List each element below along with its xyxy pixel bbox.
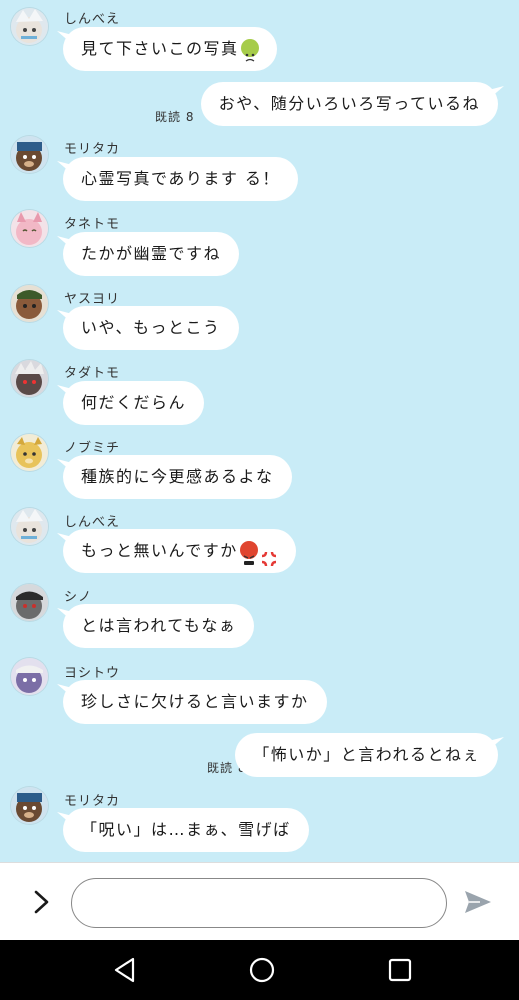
- avatar[interactable]: [11, 285, 48, 322]
- message-text: とは言われてもなぁ: [81, 616, 237, 635]
- message-text: 「呪い」は…まぁ、雪げば: [81, 820, 291, 839]
- avatar[interactable]: [11, 434, 48, 471]
- sender-name: タダトモ: [64, 366, 121, 381]
- avatar[interactable]: [11, 8, 48, 45]
- message-bubble[interactable]: 心霊写真であります る！: [63, 157, 298, 201]
- message-bubble[interactable]: 何だくだらん: [63, 381, 205, 425]
- sender-name: シノ: [64, 590, 93, 605]
- message-text: 何だくだらん: [81, 393, 187, 412]
- sender-name: ヤスヨリ: [64, 292, 121, 307]
- home-circle-icon[interactable]: [246, 954, 278, 986]
- message-text: もっと無いんですか: [81, 541, 238, 560]
- avatar[interactable]: [11, 508, 48, 545]
- avatar[interactable]: [11, 360, 48, 397]
- message-bubble[interactable]: いや、もっとこう: [63, 306, 239, 350]
- avatar[interactable]: [11, 787, 48, 824]
- recents-square-icon[interactable]: [384, 954, 416, 986]
- message-text: おや、随分いろいろ写っているね: [218, 94, 480, 113]
- message-bubble[interactable]: 「怖いか」と言われるとねぇ: [235, 733, 498, 777]
- message-text: 見て下さいこの写真: [81, 39, 239, 58]
- sender-name: モリタカ: [64, 794, 121, 809]
- message-input[interactable]: [71, 878, 447, 928]
- send-icon[interactable]: [462, 887, 494, 917]
- message-bubble[interactable]: 「呪い」は…まぁ、雪げば: [63, 808, 309, 852]
- back-triangle-icon[interactable]: [109, 954, 141, 986]
- sender-name: ヨシトウ: [64, 666, 121, 681]
- avatar[interactable]: [11, 658, 48, 695]
- sender-name: モリタカ: [64, 142, 121, 157]
- system-nav-bar: [0, 940, 519, 1000]
- message-text: たかが幽霊ですね: [81, 244, 222, 263]
- message-bubble[interactable]: たかが幽霊ですね: [63, 232, 240, 276]
- sender-name: ノブミチ: [64, 441, 121, 456]
- avatar[interactable]: [11, 584, 48, 621]
- sender-name: しんべえ: [64, 515, 121, 530]
- read-receipt: 既読 8: [155, 110, 195, 124]
- nauseated-face-icon: [240, 38, 259, 62]
- sender-name: しんべえ: [64, 12, 121, 27]
- anger-symbol-icon: [260, 541, 278, 566]
- message-bubble[interactable]: とは言われてもなぁ: [63, 604, 255, 648]
- avatar[interactable]: [11, 136, 48, 173]
- chevron-right-icon[interactable]: [28, 887, 56, 917]
- message-text: 「怖いか」と言われるとねぇ: [253, 745, 480, 764]
- message-text: いや、もっとこう: [81, 318, 221, 337]
- message-bubble[interactable]: 見て下さいこの写真: [63, 27, 277, 71]
- chat-area[interactable]: しんべえ 見て下さいこの写真 既読 8 おや、随分いろいろ写っているね モリタカ…: [0, 0, 519, 862]
- message-bubble[interactable]: 種族的に今更感あるよな: [63, 455, 292, 499]
- message-bubble[interactable]: もっと無いんですか: [63, 529, 296, 573]
- message-text: 珍しさに欠けると言いますか: [81, 692, 309, 711]
- message-text: 種族的に今更感あるよな: [81, 467, 274, 486]
- message-bubble[interactable]: 珍しさに欠けると言いますか: [63, 680, 327, 724]
- sender-name: タネトモ: [64, 217, 121, 232]
- message-bubble[interactable]: おや、随分いろいろ写っているね: [200, 82, 498, 126]
- input-bar: [0, 862, 519, 941]
- avatar[interactable]: [11, 210, 48, 247]
- message-text: 心霊写真であります る！: [81, 169, 280, 188]
- angry-cursing-face-icon: [239, 540, 258, 565]
